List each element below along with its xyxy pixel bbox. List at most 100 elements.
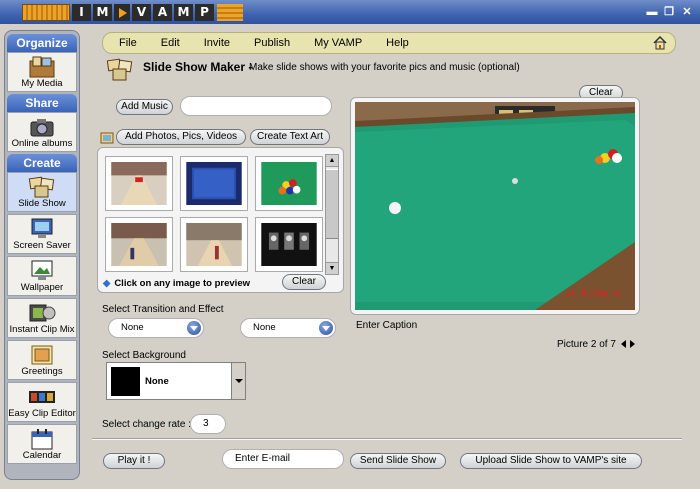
chevron-down-icon[interactable]: [231, 363, 245, 399]
monitor-icon: [31, 218, 53, 238]
sidebar-item-label: Screen Saver: [13, 240, 71, 251]
thumbnail-pool-balls: [261, 162, 317, 205]
sidebar-item-instant-clip-mix[interactable]: Instant Clip Mix: [7, 298, 77, 338]
send-slide-show-button[interactable]: Send Slide Show: [350, 453, 446, 469]
add-photos-icon: [100, 132, 114, 144]
sidebar-item-wallpaper[interactable]: Wallpaper: [7, 256, 77, 296]
page-subtitle: Make slide shows with your favorite pics…: [249, 62, 520, 73]
menu-bar: File Edit Invite Publish My VAMP Help: [102, 32, 676, 54]
add-music-button[interactable]: Add Music: [116, 99, 173, 115]
minimize-icon[interactable]: ▬: [646, 6, 658, 18]
close-icon[interactable]: ✕: [681, 6, 693, 18]
scroll-up-icon[interactable]: ▲: [326, 155, 338, 167]
email-field[interactable]: Enter E-mail: [222, 449, 344, 469]
thumbnail-bowling-lanes-2: [111, 223, 167, 266]
menu-invite[interactable]: Invite: [204, 37, 230, 49]
change-rate-label: Select change rate :: [102, 419, 191, 430]
thumbnail[interactable]: [255, 156, 323, 211]
film-clip-icon: [29, 304, 56, 322]
caption-field[interactable]: Enter Caption: [356, 320, 417, 331]
sidebar-item-label: Easy Clip Editor: [8, 408, 76, 419]
sidebar-item-label: Greetings: [21, 366, 63, 377]
create-text-art-button[interactable]: Create Text Art: [250, 129, 330, 145]
menu-publish[interactable]: Publish: [254, 37, 290, 49]
sidebar-section-share: Share: [7, 94, 77, 112]
thumbnail-dark-scene: [261, 223, 317, 266]
thumbnail-bowling-alley: [186, 223, 242, 266]
thumbnail[interactable]: [180, 217, 248, 272]
change-rate-field[interactable]: 3: [190, 414, 226, 434]
sidebar-item-my-media[interactable]: My Media: [7, 52, 77, 92]
sidebar-item-label: Slide Show: [18, 198, 66, 209]
sidebar-item-label: Online albums: [11, 138, 73, 149]
preview-timestamp: 11 8:20p.m.: [565, 289, 625, 299]
app-window: I M V A M P ▬ ❐ ✕ Organize My Media Shar…: [0, 0, 700, 489]
chevron-down-icon[interactable]: [187, 321, 201, 335]
thumbnail-pool-table-blue: [186, 162, 242, 205]
footer-divider: [92, 438, 682, 440]
effect-select[interactable]: None: [240, 318, 336, 338]
preview-panel: 11 8:20p.m.: [350, 97, 640, 315]
transition-label: Select Transition and Effect: [102, 304, 224, 315]
sidebar-item-greetings[interactable]: Greetings: [7, 340, 77, 380]
sidebar-section-create: Create: [7, 154, 77, 172]
next-picture-icon[interactable]: [630, 340, 636, 349]
logo-letter: V: [132, 4, 151, 21]
camera-icon: [30, 119, 54, 137]
slide-show-maker-icon: [106, 58, 133, 81]
sidebar-item-online-albums[interactable]: Online albums: [7, 112, 77, 152]
thumbnail-hint: ◆ Click on any image to preview: [103, 278, 250, 289]
menu-help[interactable]: Help: [386, 37, 409, 49]
logo-stripes: [217, 4, 243, 21]
effect-value: None: [253, 322, 276, 333]
sidebar-item-label: My Media: [21, 78, 63, 89]
clear-thumbnails-button[interactable]: Clear: [282, 274, 326, 290]
logo-play-icon: [114, 4, 130, 21]
thumbnail-scrollbar[interactable]: ▲ ▼: [325, 154, 339, 275]
greeting-card-icon: [31, 345, 53, 365]
menu-edit[interactable]: Edit: [161, 37, 180, 49]
home-icon[interactable]: [653, 36, 667, 50]
scroll-thumb[interactable]: [326, 169, 338, 239]
background-label: Select Background: [102, 350, 186, 361]
add-photos-button[interactable]: Add Photos, Pics, Videos: [116, 129, 246, 145]
logo-letter: I: [72, 4, 91, 21]
thumbnail[interactable]: [180, 156, 248, 211]
sidebar-item-screen-saver[interactable]: Screen Saver: [7, 214, 77, 254]
upload-slide-show-button[interactable]: Upload Slide Show to VAMP's site: [460, 453, 642, 469]
picture-counter: Picture 2 of 7: [557, 339, 636, 350]
filmstrip-icon: [29, 391, 55, 403]
logo-letter: M: [174, 4, 193, 21]
thumbnail-bowling-lanes: [111, 162, 167, 205]
sidebar-section-organize: Organize: [7, 34, 77, 52]
sidebar: Organize My Media Share Online albums Cr…: [4, 30, 80, 480]
thumbnail[interactable]: [105, 156, 173, 211]
sidebar-item-label: Calendar: [22, 450, 62, 461]
play-button[interactable]: Play it !: [103, 453, 165, 469]
menu-my-vamp[interactable]: My VAMP: [314, 37, 362, 49]
slide-show-icon: [28, 176, 55, 198]
menu-file[interactable]: File: [119, 37, 137, 49]
sidebar-item-easy-clip-editor[interactable]: Easy Clip Editor: [7, 382, 77, 422]
transition-value: None: [121, 322, 144, 333]
transition-select[interactable]: None: [108, 318, 204, 338]
preview-image: 11 8:20p.m.: [355, 102, 635, 310]
sidebar-item-label: Wallpaper: [20, 282, 64, 293]
diamond-icon: ◆: [103, 278, 111, 289]
logo-stripes: [22, 4, 70, 21]
calendar-icon: [31, 429, 53, 450]
thumbnail[interactable]: [255, 217, 323, 272]
sidebar-item-slide-show[interactable]: Slide Show: [7, 172, 77, 212]
sidebar-item-calendar[interactable]: Calendar: [7, 424, 77, 464]
thumbnail-panel: ▲ ▼ ◆ Click on any image to preview Clear: [97, 147, 344, 293]
page-title: Slide Show Maker -: [143, 60, 253, 74]
thumbnail[interactable]: [105, 217, 173, 272]
logo-letter: M: [93, 4, 112, 21]
previous-picture-icon[interactable]: [620, 340, 626, 349]
chevron-down-icon[interactable]: [319, 321, 333, 335]
scroll-down-icon[interactable]: ▼: [326, 262, 338, 274]
background-select[interactable]: None: [106, 362, 246, 400]
restore-icon[interactable]: ❐: [663, 6, 675, 18]
music-field[interactable]: [180, 96, 332, 116]
wallpaper-icon: [31, 260, 53, 280]
